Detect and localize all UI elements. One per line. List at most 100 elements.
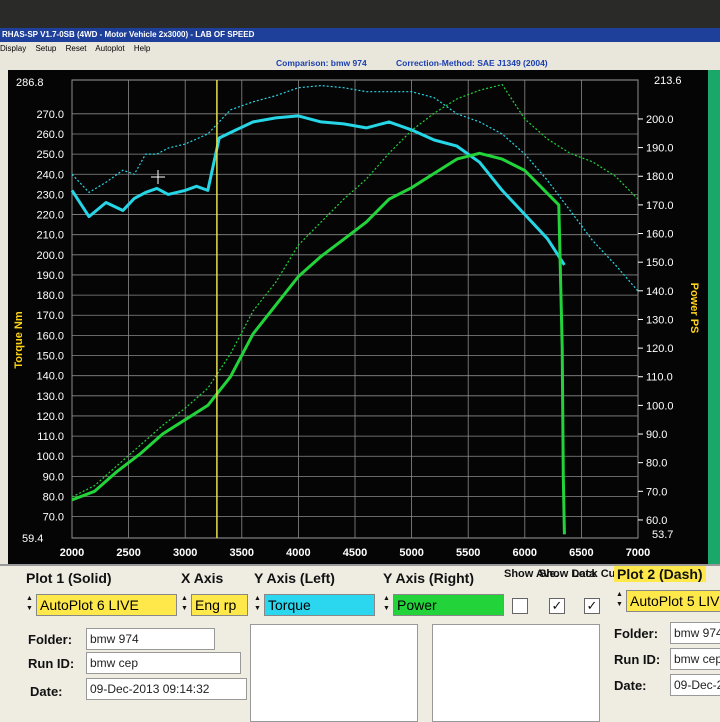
left-tick-label: 160.0 (36, 330, 64, 342)
right-tick-label: 170.0 (646, 200, 674, 212)
right-tick-label: 120.0 (646, 343, 674, 355)
left-axis-bottom: 59.4 (22, 533, 43, 545)
menu-setup[interactable]: Setup (35, 44, 56, 53)
x-tick-label: 7000 (626, 547, 650, 559)
show-ave-label: Show Ave. (504, 568, 559, 580)
left-tick-label: 100.0 (36, 451, 64, 463)
plot1-select[interactable]: AutoPlot 6 LIVE (36, 594, 177, 616)
right-axis-label: Power PS (688, 283, 700, 334)
right-tick-label: 140.0 (646, 286, 674, 298)
right-axis-ticks: 200.0 190.0 180.0 170.0 160.0 150.0 140.0 130.0… (638, 114, 674, 527)
right-tick-label: 90.0 (646, 429, 667, 441)
y-right-spinner[interactable]: ▲ ▼ (383, 594, 391, 614)
left-tick-label: 130.0 (36, 391, 64, 403)
x-tick-label: 5500 (456, 547, 480, 559)
window-title-bar: RHAS-SP V1.7-0SB (4WD - Motor Vehicle 2x… (0, 28, 720, 42)
menu-reset[interactable]: Reset (66, 44, 87, 53)
right-axis-bottom: 53.7 (652, 529, 673, 541)
menu-help[interactable]: Help (134, 44, 150, 53)
dyno-plot-area[interactable]: 270.0 260.0 250.0 240.0 230.0 220.0 210.0 200.0… (8, 70, 708, 564)
right-tick-label: 80.0 (646, 458, 667, 470)
right-tick-label: 110.0 (646, 372, 673, 384)
right-tick-label: 130.0 (646, 314, 674, 326)
right-scroll-strip (708, 70, 720, 564)
plot1-spinner[interactable]: ▲ ▼ (26, 594, 34, 614)
plot1-notes-box (250, 624, 418, 722)
x-axis-ticks: 2000 2500 3000 3500 4000 4500 5000 5500 6000 6500… (60, 547, 650, 559)
left-tick-label: 230.0 (36, 189, 64, 201)
plot1-runid-label: Run ID: (28, 656, 75, 671)
plot2-folder-label: Folder: (614, 626, 659, 641)
lock-cursor-label: Lock Cursor (572, 568, 637, 580)
series-torque (70, 114, 566, 266)
comparison-label: Comparison: bmw 974 (276, 58, 367, 68)
x-axis-title: X Axis (181, 570, 224, 586)
x-tick-label: 3500 (230, 547, 254, 559)
x-axis-select[interactable]: Eng rp (191, 594, 248, 616)
right-tick-label: 100.0 (646, 400, 674, 412)
plot2-title: Plot 2 (Dash) (614, 566, 706, 582)
control-panel: Plot 1 (Solid) ▲ ▼ AutoPlot 6 LIVE X Axis… (0, 564, 720, 722)
left-tick-label: 90.0 (43, 471, 64, 483)
plot1-date-value: 09-Dec-2013 09:14:32 (86, 678, 247, 700)
x-tick-label: 3000 (173, 547, 197, 559)
left-tick-label: 190.0 (36, 270, 64, 282)
right-tick-label: 70.0 (646, 486, 667, 498)
left-tick-label: 180.0 (36, 290, 64, 302)
y-right-select[interactable]: Power (393, 594, 504, 616)
y-left-title: Y Axis (Left) (254, 570, 335, 586)
show-data-checkbox[interactable]: ✓ (549, 598, 565, 614)
x-axis-spinner[interactable]: ▲ ▼ (181, 594, 189, 614)
correction-label: Correction-Method: SAE J1349 (2004) (396, 58, 548, 68)
left-tick-label: 120.0 (36, 411, 64, 423)
window-title: RHAS-SP V1.7-0SB (4WD - Motor Vehicle 2x… (2, 30, 255, 39)
menu-autoplot[interactable]: Autoplot (95, 44, 124, 53)
y-right-title: Y Axis (Right) (383, 570, 475, 586)
left-axis-label: Torque Nm (13, 311, 25, 368)
lock-cursor-checkbox[interactable]: ✓ (584, 598, 600, 614)
plot2-date-label: Date: (614, 678, 647, 693)
x-tick-label: 2500 (116, 547, 140, 559)
left-tick-label: 250.0 (36, 149, 64, 161)
plot2-select[interactable]: AutoPlot 5 LIVE (626, 590, 720, 612)
plot1-runid-value: bmw cep (86, 652, 241, 674)
right-tick-label: 200.0 (646, 114, 674, 126)
left-tick-label: 110.0 (37, 431, 64, 443)
left-tick-label: 70.0 (43, 512, 64, 524)
left-tick-label: 240.0 (36, 169, 64, 181)
menu-bar: Display Setup Reset Autoplot Help (0, 42, 720, 56)
crosshair-icon (151, 170, 165, 184)
plot2-runid-value: bmw cep (670, 648, 720, 670)
plot2-notes-box (432, 624, 600, 722)
x-tick-label: 6500 (569, 547, 593, 559)
left-tick-label: 220.0 (36, 210, 64, 222)
right-tick-label: 150.0 (646, 257, 674, 269)
left-tick-label: 270.0 (36, 109, 64, 121)
show-data-label: Show Data (539, 568, 596, 580)
left-tick-label: 150.0 (36, 351, 64, 363)
plot1-title: Plot 1 (Solid) (26, 570, 112, 586)
right-axis-top: 213.6 (654, 75, 682, 87)
y-left-select[interactable]: Torque (264, 594, 375, 616)
show-ave-checkbox[interactable] (512, 598, 528, 614)
series-power (71, 151, 566, 535)
left-tick-label: 140.0 (36, 371, 64, 383)
x-tick-label: 4000 (286, 547, 310, 559)
plot1-folder-label: Folder: (28, 632, 73, 647)
plot2-folder-value: bmw 974 (670, 622, 720, 644)
plot1-date-label: Date: (30, 684, 63, 699)
grid (71, 79, 639, 539)
plot2-date-value: 09-Dec-2013 (670, 674, 720, 696)
right-tick-label: 160.0 (646, 229, 674, 241)
left-tick-label: 210.0 (36, 230, 64, 242)
left-tick-label: 170.0 (36, 310, 64, 322)
left-tick-label: 200.0 (36, 250, 64, 262)
left-tick-label: 260.0 (36, 129, 64, 141)
y-left-spinner[interactable]: ▲ ▼ (254, 594, 262, 614)
dyno-chart: 270.0 260.0 250.0 240.0 230.0 220.0 210.0 200.0… (13, 75, 700, 559)
plot2-spinner[interactable]: ▲ ▼ (616, 590, 624, 610)
x-tick-label: 5000 (399, 547, 423, 559)
chart-header: Comparison: bmw 974 Correction-Method: S… (0, 56, 720, 70)
menu-display[interactable]: Display (0, 44, 26, 53)
x-tick-label: 4500 (343, 547, 367, 559)
